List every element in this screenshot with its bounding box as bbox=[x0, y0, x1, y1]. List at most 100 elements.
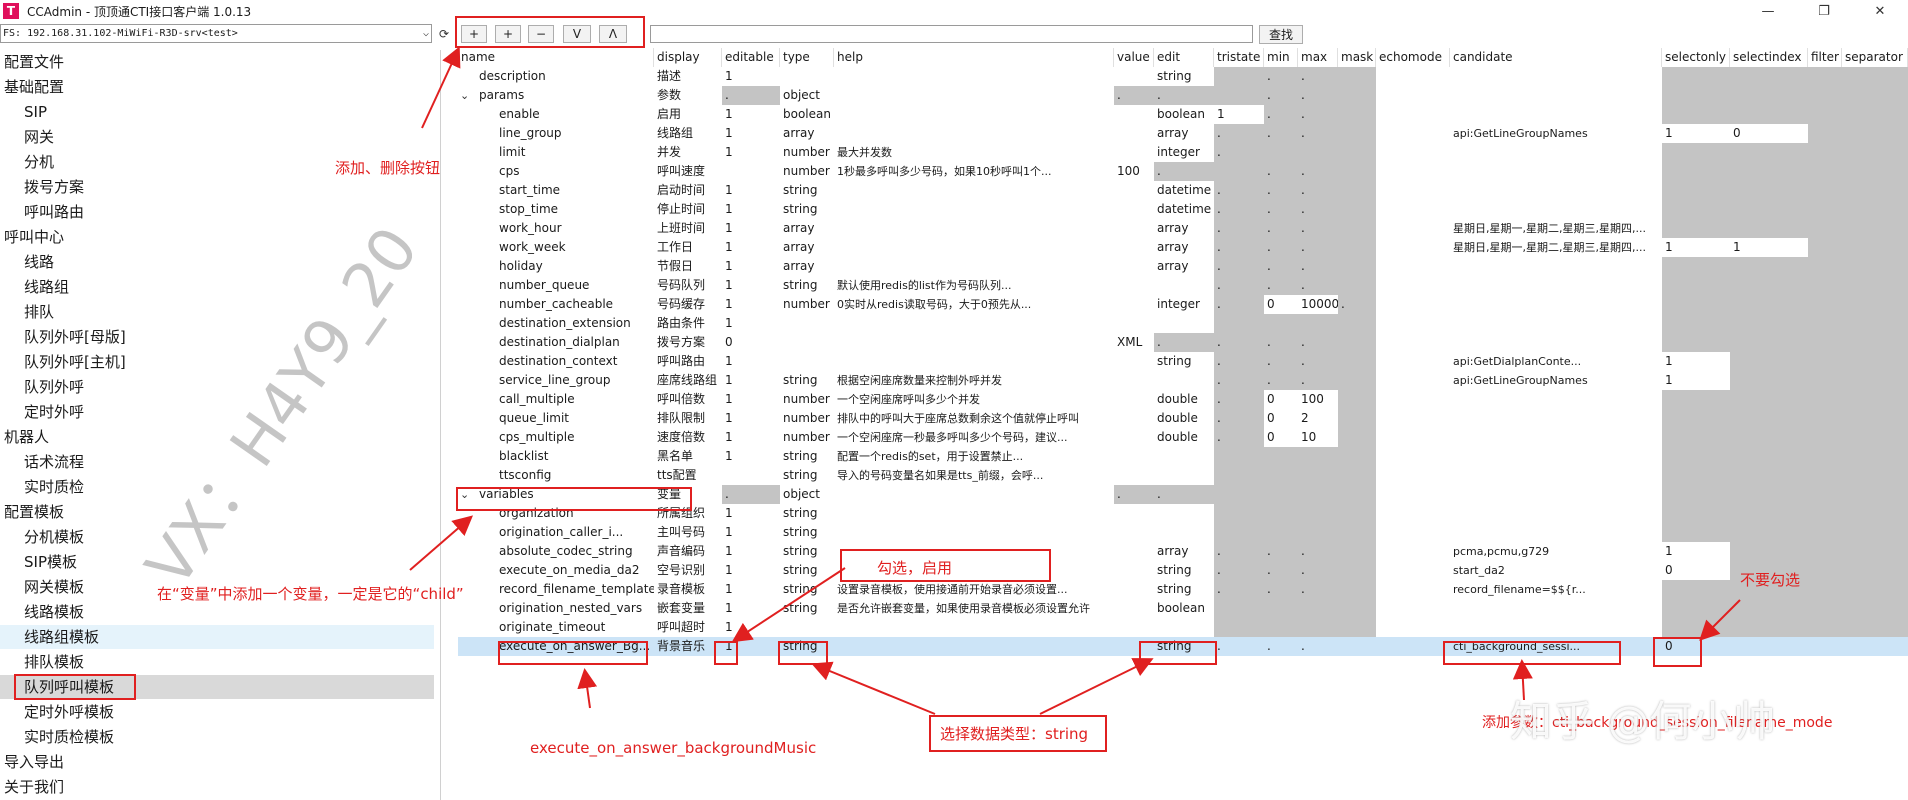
cell-separator[interactable] bbox=[1842, 542, 1908, 561]
cell-separator[interactable] bbox=[1842, 105, 1908, 124]
cell-min[interactable]: . bbox=[1264, 276, 1298, 295]
cell-echomode[interactable] bbox=[1376, 523, 1450, 542]
cell-editable[interactable]: 1 bbox=[722, 447, 780, 466]
cell-candidate[interactable] bbox=[1450, 67, 1662, 86]
cell-selectindex[interactable] bbox=[1730, 200, 1808, 219]
cell-selectindex[interactable] bbox=[1730, 599, 1808, 618]
column-header-separator[interactable]: separator bbox=[1842, 48, 1908, 67]
cell-min[interactable]: . bbox=[1264, 333, 1298, 352]
cell-mask[interactable] bbox=[1338, 257, 1376, 276]
cell-separator[interactable] bbox=[1842, 390, 1908, 409]
cell-display[interactable]: 拨号方案 bbox=[654, 333, 722, 352]
cell-separator[interactable] bbox=[1842, 447, 1908, 466]
cell-name[interactable]: work_week bbox=[496, 238, 654, 257]
cell-separator[interactable] bbox=[1842, 352, 1908, 371]
cell-echomode[interactable] bbox=[1376, 295, 1450, 314]
cell-candidate[interactable]: start_da2 bbox=[1450, 561, 1662, 580]
cell-filter[interactable] bbox=[1808, 371, 1842, 390]
cell-candidate[interactable]: api:GetLineGroupNames bbox=[1450, 371, 1662, 390]
cell-selectonly[interactable] bbox=[1662, 428, 1730, 447]
cell-type[interactable]: string bbox=[780, 504, 834, 523]
column-header-candidate[interactable]: candidate bbox=[1450, 48, 1662, 67]
sidebar-item[interactable]: 基础配置 bbox=[0, 75, 434, 99]
cell-edit[interactable]: . bbox=[1154, 485, 1214, 504]
cell-selectonly[interactable] bbox=[1662, 105, 1730, 124]
cell-help[interactable] bbox=[834, 181, 1114, 200]
cell-mask[interactable] bbox=[1338, 542, 1376, 561]
cell-tristate[interactable] bbox=[1214, 618, 1264, 637]
cell-name[interactable]: number_cacheable bbox=[496, 295, 654, 314]
cell-mask[interactable] bbox=[1338, 219, 1376, 238]
cell-edit[interactable]: array bbox=[1154, 124, 1214, 143]
cell-min[interactable] bbox=[1264, 447, 1298, 466]
cell-echomode[interactable] bbox=[1376, 181, 1450, 200]
cell-name[interactable]: queue_limit bbox=[496, 409, 654, 428]
cell-editable[interactable]: 1 bbox=[722, 409, 780, 428]
cell-filter[interactable] bbox=[1808, 124, 1842, 143]
cell-selectonly[interactable] bbox=[1662, 333, 1730, 352]
cell-candidate[interactable] bbox=[1450, 276, 1662, 295]
cell-filter[interactable] bbox=[1808, 504, 1842, 523]
cell-selectindex[interactable] bbox=[1730, 637, 1808, 656]
cell-separator[interactable] bbox=[1842, 67, 1908, 86]
cell-max[interactable] bbox=[1298, 466, 1338, 485]
cell-max[interactable]: . bbox=[1298, 181, 1338, 200]
cell-value[interactable]: . bbox=[1114, 86, 1154, 105]
column-header-display[interactable]: display bbox=[654, 48, 722, 67]
cell-echomode[interactable] bbox=[1376, 599, 1450, 618]
cell-help[interactable]: 默认使用redis的list作为号码队列... bbox=[834, 276, 1114, 295]
cell-display[interactable]: 线路组 bbox=[654, 124, 722, 143]
cell-display[interactable]: 座席线路组 bbox=[654, 371, 722, 390]
cell-editable[interactable]: 1 bbox=[722, 257, 780, 276]
cell-value[interactable] bbox=[1114, 447, 1154, 466]
cell-name[interactable]: destination_dialplan bbox=[496, 333, 654, 352]
cell-display[interactable]: 录音模板 bbox=[654, 580, 722, 599]
cell-value[interactable] bbox=[1114, 618, 1154, 637]
search-input[interactable] bbox=[650, 25, 1253, 43]
cell-display[interactable]: 描述 bbox=[654, 67, 722, 86]
cell-max[interactable] bbox=[1298, 314, 1338, 333]
cell-filter[interactable] bbox=[1808, 447, 1842, 466]
cell-selectindex[interactable] bbox=[1730, 485, 1808, 504]
cell-display[interactable]: 工作日 bbox=[654, 238, 722, 257]
cell-selectonly[interactable] bbox=[1662, 314, 1730, 333]
column-header-min[interactable]: min bbox=[1264, 48, 1298, 67]
cell-echomode[interactable] bbox=[1376, 542, 1450, 561]
cell-max[interactable] bbox=[1298, 523, 1338, 542]
cell-editable[interactable]: 1 bbox=[722, 504, 780, 523]
cell-type[interactable]: string bbox=[780, 523, 834, 542]
table-row[interactable]: stop_time 停止时间 1 string datetime... bbox=[458, 200, 1908, 219]
cell-type[interactable]: string bbox=[780, 561, 834, 580]
cell-help[interactable] bbox=[834, 523, 1114, 542]
cell-display[interactable]: 呼叫超时 bbox=[654, 618, 722, 637]
cell-value[interactable] bbox=[1114, 390, 1154, 409]
cell-edit[interactable]: boolean bbox=[1154, 105, 1214, 124]
cell-max[interactable]: . bbox=[1298, 542, 1338, 561]
cell-selectonly[interactable] bbox=[1662, 447, 1730, 466]
cell-max[interactable]: . bbox=[1298, 219, 1338, 238]
cell-selectonly[interactable] bbox=[1662, 295, 1730, 314]
cell-echomode[interactable] bbox=[1376, 200, 1450, 219]
cell-echomode[interactable] bbox=[1376, 162, 1450, 181]
cell-mask[interactable] bbox=[1338, 371, 1376, 390]
cell-mask[interactable] bbox=[1338, 447, 1376, 466]
cell-selectindex[interactable] bbox=[1730, 428, 1808, 447]
cell-selectonly[interactable] bbox=[1662, 181, 1730, 200]
cell-candidate[interactable]: api:GetLineGroupNames bbox=[1450, 124, 1662, 143]
cell-edit[interactable] bbox=[1154, 523, 1214, 542]
cell-min[interactable]: . bbox=[1264, 86, 1298, 105]
cell-editable[interactable]: 0 bbox=[722, 333, 780, 352]
table-row[interactable]: destination_dialplan 拨号方案 0 XML.... bbox=[458, 333, 1908, 352]
cell-selectonly[interactable]: 0 bbox=[1662, 561, 1730, 580]
cell-selectindex[interactable] bbox=[1730, 523, 1808, 542]
cell-min[interactable]: . bbox=[1264, 637, 1298, 656]
cell-help[interactable]: 排队中的呼叫大于座席总数剩余这个值就停止呼叫 bbox=[834, 409, 1114, 428]
table-row[interactable]: number_cacheable 号码缓存 1 number 0实时从redis读取号码… bbox=[458, 295, 1908, 314]
cell-help[interactable] bbox=[834, 200, 1114, 219]
cell-editable[interactable] bbox=[722, 162, 780, 181]
cell-candidate[interactable]: api:GetDialplanConte... bbox=[1450, 352, 1662, 371]
cell-help[interactable]: 根据空闲座席数量来控制外呼并发 bbox=[834, 371, 1114, 390]
cell-type[interactable] bbox=[780, 352, 834, 371]
cell-echomode[interactable] bbox=[1376, 637, 1450, 656]
cell-mask[interactable] bbox=[1338, 314, 1376, 333]
